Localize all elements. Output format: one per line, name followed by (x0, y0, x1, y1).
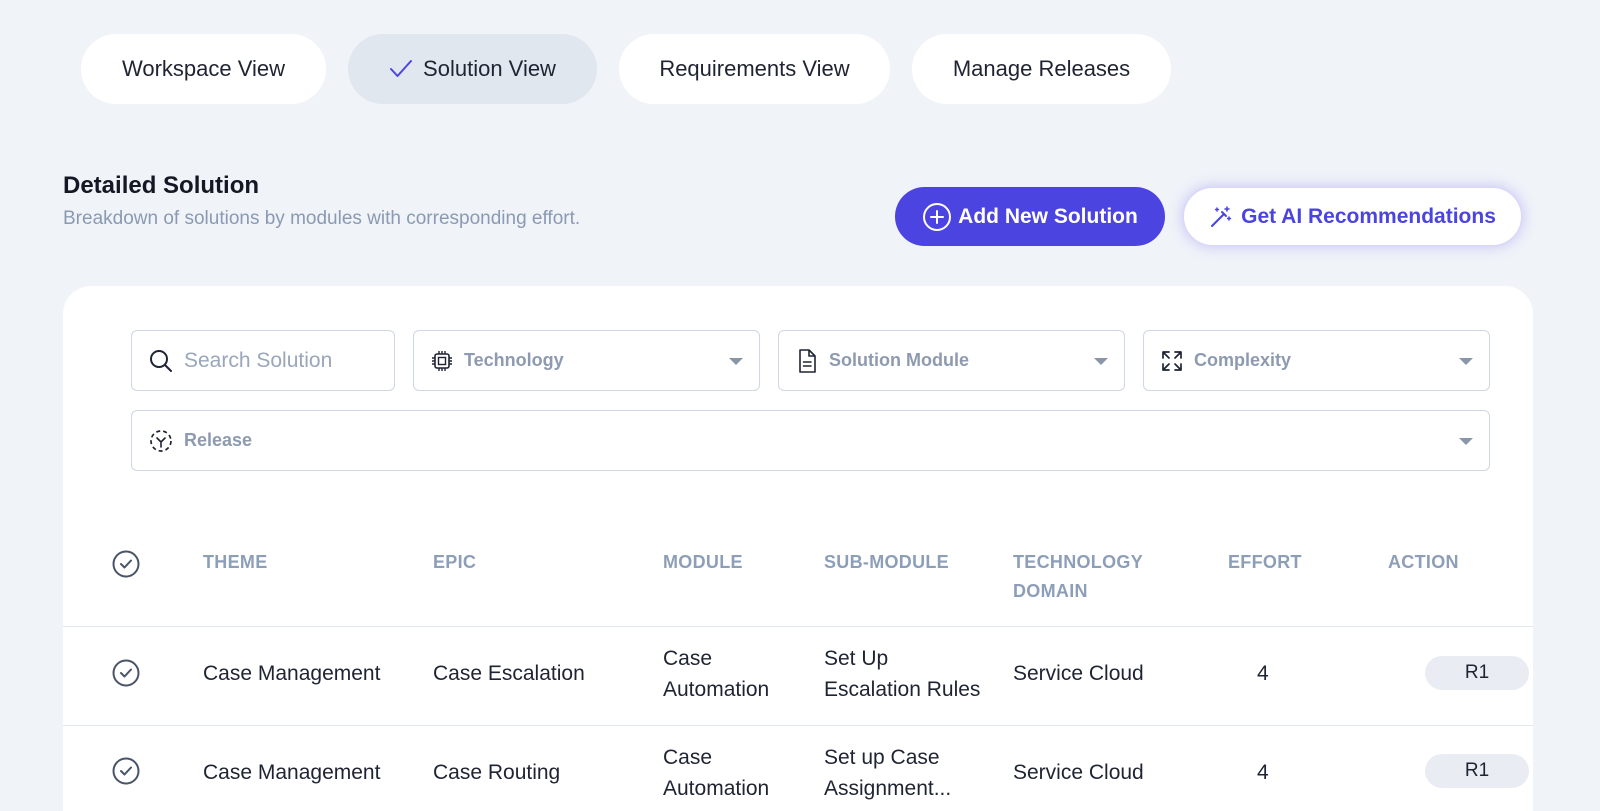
cell-module: Case Automation (663, 742, 769, 804)
tab-label: Manage Releases (952, 56, 1131, 81)
release-select[interactable]: Release (131, 410, 1490, 471)
release-select-label: Release (184, 430, 253, 450)
cell-module-line: Case (663, 647, 713, 670)
technology-select[interactable]: Technology (413, 330, 760, 391)
row-divider (63, 626, 1533, 627)
row-checkbox[interactable] (112, 659, 140, 692)
column-header-technology-domain[interactable]: TECHNOLOGY DOMAIN (1013, 548, 1143, 606)
cell-sub-module-line: Assignment... (824, 777, 952, 800)
cell-module-line: Automation (663, 777, 770, 800)
tab-label: Workspace View (121, 56, 286, 81)
chevron-down-icon (729, 358, 743, 365)
cell-theme: Case Management (203, 662, 381, 685)
technology-select-label: Technology (464, 350, 564, 370)
cell-sub-module-line: Escalation Rules (824, 678, 981, 701)
column-header-epic[interactable]: EPIC (433, 548, 476, 577)
cell-module-line: Automation (663, 678, 770, 701)
cell-theme: Case Management (203, 761, 381, 784)
column-header-domain-line: DOMAIN (1013, 581, 1088, 601)
complexity-select[interactable]: Complexity (1143, 330, 1490, 391)
column-header-technology-line: TECHNOLOGY (1013, 552, 1144, 572)
column-header-sub-module[interactable]: SUB-MODULE (824, 548, 949, 577)
column-header-effort[interactable]: EFFORT (1228, 548, 1302, 577)
tab-workspace-view[interactable]: Workspace View (81, 34, 326, 104)
magic-wand-icon (1209, 205, 1233, 229)
release-badge[interactable]: R1 (1425, 656, 1529, 690)
chevron-down-icon (1094, 358, 1108, 365)
release-icon (148, 428, 174, 454)
chevron-down-icon (1459, 438, 1473, 445)
solution-module-select[interactable]: Solution Module (778, 330, 1125, 391)
release-badge[interactable]: R1 (1425, 754, 1529, 788)
view-tabs: Workspace View Solution View Requirement… (81, 34, 1171, 104)
cell-sub-module: Set up Case Assignment... (824, 742, 951, 804)
column-header-theme[interactable]: THEME (203, 548, 268, 577)
cell-technology-domain: Service Cloud (1013, 761, 1144, 784)
cell-epic: Case Escalation (433, 662, 585, 685)
cell-sub-module-line: Set up Case (824, 746, 940, 769)
search-field[interactable] (131, 330, 395, 391)
chip-icon (430, 349, 454, 373)
cell-technology-domain: Service Cloud (1013, 662, 1144, 685)
cell-effort: 4 (1257, 662, 1269, 685)
add-new-solution-label: Add New Solution (958, 204, 1138, 228)
tab-manage-releases[interactable]: Manage Releases (912, 34, 1171, 104)
tab-solution-view[interactable]: Solution View (348, 34, 597, 104)
expand-icon (1160, 349, 1184, 373)
tab-label: Requirements View (659, 56, 850, 81)
complexity-select-label: Complexity (1194, 350, 1292, 370)
document-icon (795, 348, 819, 374)
get-ai-recommendations-button[interactable]: Get AI Recommendations (1183, 187, 1522, 246)
cell-sub-module: Set Up Escalation Rules (824, 643, 980, 705)
cell-module: Case Automation (663, 643, 769, 705)
cell-effort: 4 (1257, 761, 1269, 784)
get-ai-recommendations-label: Get AI Recommendations (1241, 204, 1496, 228)
tab-label: Solution View (423, 56, 556, 81)
solution-module-select-label: Solution Module (829, 350, 969, 370)
check-icon (389, 59, 413, 79)
search-input[interactable] (184, 348, 374, 373)
cell-sub-module-line: Set Up (824, 647, 889, 670)
page-subtitle: Breakdown of solutions by modules with c… (63, 208, 581, 229)
column-header-module[interactable]: MODULE (663, 548, 743, 577)
search-icon (148, 348, 174, 374)
plus-circle-icon (922, 202, 952, 232)
row-checkbox[interactable] (112, 757, 140, 790)
cell-module-line: Case (663, 746, 713, 769)
column-header-action[interactable]: ACTION (1388, 548, 1459, 577)
solution-table-card: Technology Solution Module Complexity Re… (63, 286, 1533, 811)
select-all-checkbox[interactable] (112, 550, 140, 583)
chevron-down-icon (1459, 358, 1473, 365)
page-title: Detailed Solution (63, 172, 260, 199)
cell-epic: Case Routing (433, 761, 561, 784)
tab-requirements-view[interactable]: Requirements View (619, 34, 890, 104)
add-new-solution-button[interactable]: Add New Solution (895, 187, 1165, 246)
row-divider (63, 725, 1533, 726)
